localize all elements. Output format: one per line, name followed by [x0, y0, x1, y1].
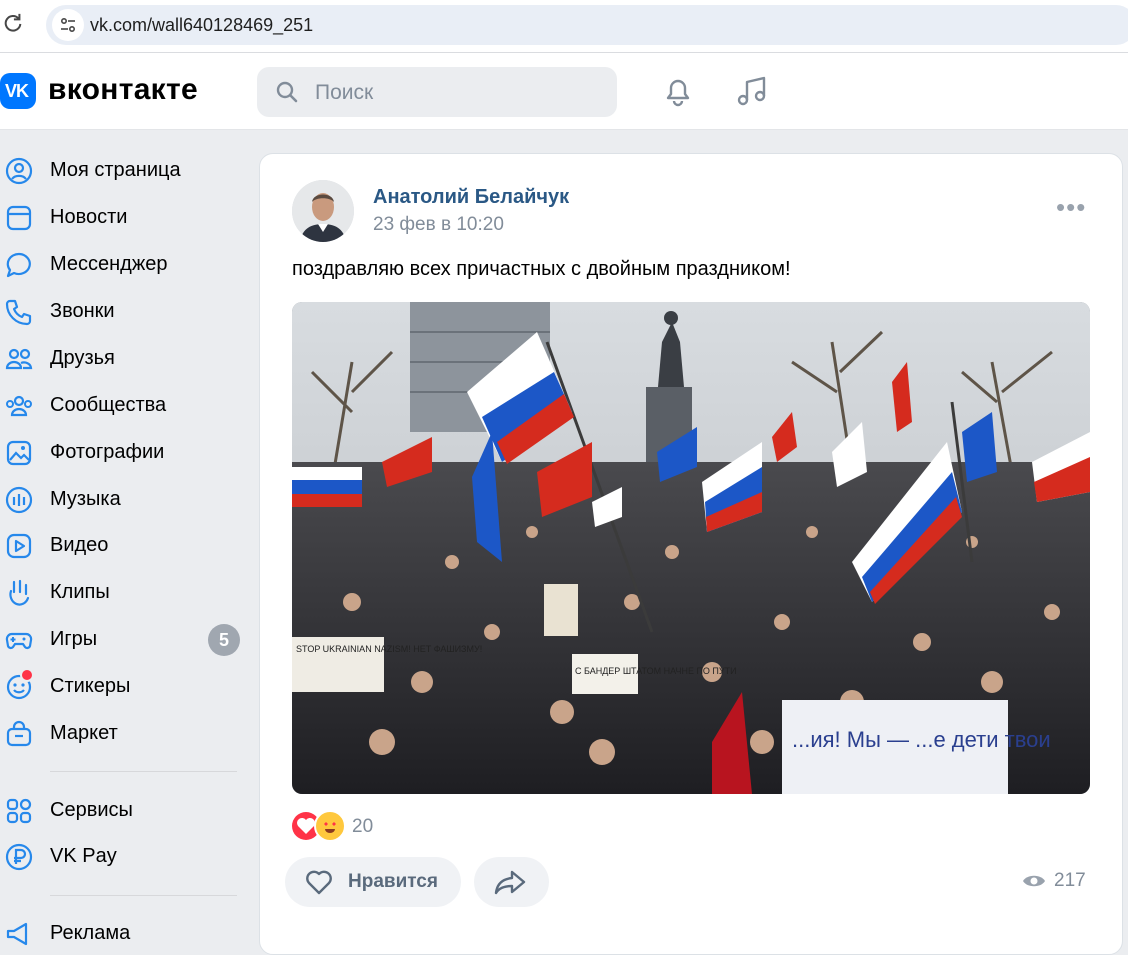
phone-icon	[5, 299, 32, 326]
video-icon	[6, 533, 32, 559]
reload-icon[interactable]	[2, 12, 24, 34]
wall-post: Анатолий Белайчук 23 фев в 10:20 ••• поз…	[259, 153, 1123, 955]
search-icon	[276, 81, 298, 103]
rally-photo-illustration: STOP UKRAINIAN NAZISM! НЕТ ФАШИЗМУ! С БА…	[292, 302, 1090, 794]
sidebar-item-video[interactable]: Видео	[0, 525, 245, 565]
browser-toolbar: vk.com/wall640128469_251	[0, 0, 1128, 53]
sidebar-item-label: Сервисы	[50, 799, 133, 821]
sidebar-item-label: Клипы	[50, 581, 110, 603]
music-icon	[5, 486, 33, 514]
post-date-link[interactable]: 23 фев в 10:20	[373, 214, 504, 236]
communities-icon	[6, 395, 32, 417]
friends-icon	[5, 348, 33, 370]
search-input[interactable]	[313, 79, 607, 107]
news-icon	[6, 205, 32, 231]
new-indicator-dot	[20, 668, 34, 682]
sidebar-item-calls[interactable]: Звонки	[0, 291, 245, 331]
vk-logo-icon[interactable]: VK	[0, 73, 36, 109]
eye-icon	[1023, 875, 1045, 887]
like-button[interactable]: Нравится	[285, 857, 461, 907]
sidebar-item-label: VK Pay	[50, 845, 117, 867]
music-player-icon[interactable]	[734, 73, 770, 109]
photo-sign-text: STOP UKRAINIAN NAZISM! НЕТ ФАШИЗМУ!	[296, 644, 482, 654]
reactions-count: 20	[352, 816, 374, 837]
sidebar-item-services[interactable]: Сервисы	[0, 790, 245, 830]
sidebar-item-market[interactable]: Маркет	[0, 713, 245, 753]
photo-banner-text: ...ия! Мы — ...е дети твои	[792, 727, 1051, 752]
sidebar-item-label: Сообщества	[50, 394, 167, 416]
sidebar-item-ads[interactable]: Реклама	[0, 913, 245, 953]
post-text: поздравляю всех причастных с двойным пра…	[292, 258, 791, 280]
games-icon	[5, 632, 33, 650]
url-text[interactable]: vk.com/wall640128469_251	[90, 15, 313, 36]
like-button-label: Нравится	[348, 871, 438, 892]
ads-megaphone-icon	[6, 922, 28, 946]
sidebar-item-label: Фотографии	[50, 441, 165, 463]
site-info-icon[interactable]	[52, 9, 84, 41]
sidebar-item-friends[interactable]: Друзья	[0, 338, 245, 378]
author-avatar[interactable]	[292, 180, 354, 242]
sidebar-item-label: Стикеры	[50, 675, 131, 697]
sidebar-item-photos[interactable]: Фотографии	[0, 432, 245, 472]
site-header: VK вконтакте	[0, 53, 1128, 130]
post-photo[interactable]: STOP UKRAINIAN NAZISM! НЕТ ФАШИЗМУ! С БА…	[292, 302, 1090, 794]
sidebar-item-messenger[interactable]: Мессенджер	[0, 244, 245, 284]
sidebar-item-label: Игры	[50, 628, 98, 650]
sidebar-item-label: Моя страница	[50, 159, 181, 181]
sidebar-item-news[interactable]: Новости	[0, 197, 245, 237]
address-bar[interactable]: vk.com/wall640128469_251	[46, 5, 1128, 45]
sidebar-item-label: Мессенджер	[50, 253, 168, 275]
sidebar-item-label: Видео	[50, 534, 109, 556]
share-button[interactable]	[474, 857, 549, 907]
vkpay-icon	[5, 843, 33, 871]
services-icon	[6, 798, 32, 824]
share-arrow-icon	[494, 870, 526, 895]
sidebar-item-stickers[interactable]: Стикеры	[0, 666, 245, 706]
views-count: 217	[1054, 870, 1086, 891]
sidebar-item-games[interactable]: Игры 5	[0, 619, 245, 659]
post-author-link[interactable]: Анатолий Белайчук	[373, 186, 569, 209]
notifications-bell-icon[interactable]	[660, 73, 696, 109]
market-icon	[6, 720, 32, 747]
post-more-options-icon[interactable]: •••	[1056, 194, 1086, 220]
sidebar-item-communities[interactable]: Сообщества	[0, 385, 245, 425]
sidebar-item-vkpay[interactable]: VK Pay	[0, 836, 245, 876]
messenger-icon	[6, 252, 31, 278]
sidebar-item-label: Музыка	[50, 488, 121, 510]
vk-wordmark[interactable]: вконтакте	[48, 73, 198, 107]
heart-outline-icon	[306, 870, 332, 895]
search-box[interactable]	[257, 67, 617, 117]
photo-sign-text: С БАНДЕР ШТАТОМ НАЧНЕ ПО ПУТИ	[575, 666, 737, 676]
sidebar-item-label: Реклама	[50, 922, 131, 944]
sidebar-item-label: Новости	[50, 206, 128, 228]
sidebar-item-label: Друзья	[50, 347, 115, 369]
sidebar-item-label: Маркет	[50, 722, 118, 744]
sidebar-item-my-page[interactable]: Моя страница	[0, 150, 245, 190]
sidebar-item-label: Звонки	[50, 300, 115, 322]
photos-icon	[6, 440, 32, 466]
love-eyes-reaction-icon	[314, 810, 346, 842]
profile-icon	[5, 157, 33, 185]
sidebar-item-clips[interactable]: Клипы	[0, 572, 245, 612]
sidebar-divider	[50, 771, 237, 772]
sidebar-item-music[interactable]: Музыка	[0, 479, 245, 519]
clips-icon	[9, 579, 30, 606]
games-count-badge: 5	[208, 624, 240, 656]
sidebar-divider	[50, 895, 237, 896]
